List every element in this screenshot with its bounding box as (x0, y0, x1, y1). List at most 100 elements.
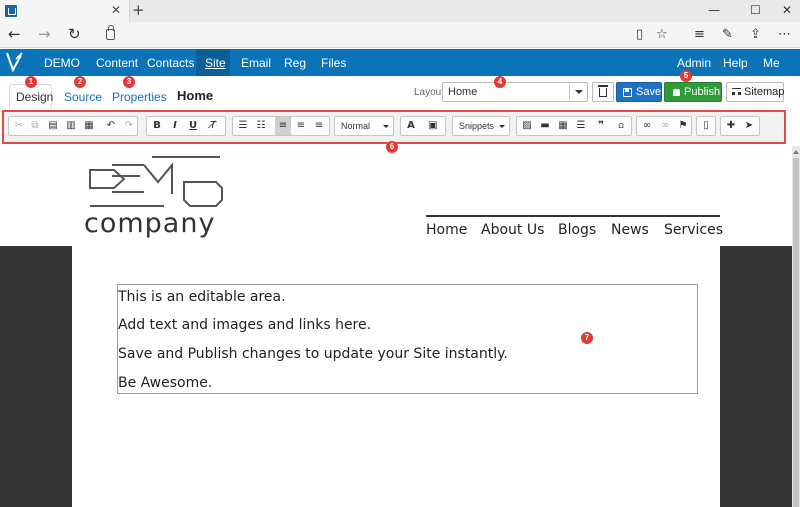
star-icon[interactable]: ☆ (656, 27, 668, 42)
nav-reg[interactable]: Reg (284, 56, 306, 70)
save-button-label: Save (636, 86, 662, 98)
callout-badge: 4 (494, 76, 506, 88)
chevron-down-icon (499, 125, 505, 131)
redo-icon[interactable]: ↷ (121, 117, 137, 135)
callout-badge: 7 (581, 332, 593, 344)
trash-icon (598, 85, 608, 97)
nav-contacts[interactable]: Contacts (147, 56, 194, 70)
sitemap-button-label: Sitemap (744, 86, 785, 98)
paste-icon[interactable]: ▤ (45, 117, 61, 135)
italic-icon[interactable]: I (167, 117, 183, 135)
navigate-arrow-icon[interactable]: ➤ (741, 117, 757, 135)
callout-badge: 6 (386, 141, 398, 153)
layout-select[interactable]: Home (442, 82, 588, 102)
refresh-icon[interactable]: ↻ (68, 25, 81, 43)
unlink-icon[interactable]: ∞ (657, 117, 673, 135)
paste-word-icon[interactable]: ▦ (81, 117, 97, 135)
url-field[interactable] (100, 25, 620, 45)
site-nav-divider (426, 215, 720, 217)
demo-logo-mark-icon (89, 156, 223, 207)
folder-icon[interactable]: ▬ (537, 117, 553, 135)
nav-me[interactable]: Me (763, 56, 780, 70)
tab-properties[interactable]: Properties (112, 90, 167, 104)
maximize-icon[interactable]: ☐ (750, 3, 761, 17)
anchor-flag-icon[interactable]: ⚑ (675, 117, 691, 135)
format-select[interactable]: Normal (334, 116, 394, 136)
cut-icon[interactable]: ✂ (11, 117, 27, 135)
editable-line: Save and Publish changes to update your … (118, 346, 508, 362)
site-nav-about[interactable]: About Us (481, 222, 544, 238)
publish-button[interactable]: Publish (664, 82, 722, 102)
site-nav-home[interactable]: Home (426, 222, 467, 238)
undo-icon[interactable]: ↶ (103, 117, 119, 135)
nav-admin[interactable]: Admin (677, 56, 711, 70)
chevron-down-icon (383, 125, 389, 131)
plugin-icon[interactable]: ✚ (723, 117, 739, 135)
blockquote-icon[interactable]: ❞ (593, 117, 609, 135)
editable-area[interactable]: This is an editable area. Add text and i… (117, 284, 698, 394)
tab-design[interactable]: Design (16, 90, 53, 104)
underline-icon[interactable]: U (185, 117, 201, 135)
forward-arrow-icon[interactable]: → (38, 25, 51, 43)
link-icon[interactable]: ∞ (639, 117, 655, 135)
close-tab-icon[interactable]: ✕ (111, 3, 121, 17)
minimize-icon[interactable]: — (708, 3, 720, 17)
template-icon[interactable]: ▯ (698, 117, 714, 135)
align-left-icon[interactable]: ≡ (275, 117, 291, 135)
image-icon[interactable]: ▨ (519, 117, 535, 135)
pen-icon[interactable]: ✎ (722, 27, 733, 42)
more-icon[interactable]: ⋯ (778, 27, 791, 42)
editable-line: Add text and images and links here. (118, 317, 372, 333)
thumbs-up-icon (673, 89, 680, 96)
site-nav-services[interactable]: Services (664, 222, 723, 238)
callout-badge: 1 (25, 76, 37, 88)
nav-demo[interactable]: DEMO (44, 56, 80, 70)
paste-text-icon[interactable]: ▥ (63, 117, 79, 135)
app-logo-icon[interactable] (4, 49, 26, 75)
nav-site[interactable]: Site (205, 56, 226, 70)
align-right-icon[interactable]: ≡ (311, 117, 327, 135)
numbered-list-icon[interactable]: ☰ (235, 117, 251, 135)
delete-button[interactable] (592, 82, 614, 102)
bold-icon[interactable]: B (149, 117, 165, 135)
scrollbar-thumb[interactable] (793, 158, 799, 507)
page-dark-side-right (720, 246, 792, 507)
template-group: ▯ (696, 116, 716, 136)
chevron-down-icon (569, 83, 587, 101)
book-icon[interactable]: ▯ (636, 27, 643, 42)
page-dark-side-left (0, 246, 72, 507)
nav-content[interactable]: Content (96, 56, 138, 70)
nav-help[interactable]: Help (723, 56, 748, 70)
table-icon[interactable]: ▦ (555, 117, 571, 135)
special-char-icon[interactable]: Ω (613, 117, 629, 135)
tab-source[interactable]: Source (64, 90, 102, 104)
save-button[interactable]: Save (616, 82, 662, 102)
new-tab-icon[interactable]: + (132, 1, 145, 19)
layout-label: Layout (414, 87, 445, 98)
hub-icon[interactable]: ≡ (694, 27, 705, 42)
company-logo-text: company (84, 208, 216, 239)
nav-email[interactable]: Email (241, 56, 271, 70)
bulleted-list-icon[interactable]: ☷ (253, 117, 269, 135)
callout-badge: 3 (123, 76, 135, 88)
horizontal-rule-icon[interactable]: ☰ (573, 117, 589, 135)
copy-icon[interactable]: ⧉ (27, 117, 43, 135)
clipboard-group: ✂ ⧉ ▤ ▥ ▦ ↶ ↷ (8, 116, 138, 136)
back-arrow-icon[interactable]: ← (8, 25, 21, 43)
floppy-icon (623, 88, 632, 97)
snippets-select[interactable]: Snippets (452, 116, 510, 136)
address-bar: ← → ↻ ▯ ☆ ≡ ✎ ⇪ ⋯ (0, 22, 800, 48)
share-icon[interactable]: ⇪ (750, 27, 761, 42)
site-nav-blogs[interactable]: Blogs (558, 222, 596, 238)
text-color-icon[interactable]: A (403, 117, 419, 135)
background-color-icon[interactable]: ▣ (425, 117, 441, 135)
sitemap-button[interactable]: Sitemap (726, 82, 784, 102)
window-close-icon[interactable]: ✕ (782, 3, 792, 17)
clear-format-icon[interactable]: T̸ (205, 117, 221, 135)
scroll-up-icon[interactable] (793, 147, 799, 154)
site-nav-news[interactable]: News (611, 222, 649, 238)
align-center-icon[interactable]: ≡ (293, 117, 309, 135)
nav-files[interactable]: Files (321, 56, 346, 70)
lock-icon (106, 25, 115, 40)
browser-tab[interactable]: ✕ (0, 0, 130, 22)
